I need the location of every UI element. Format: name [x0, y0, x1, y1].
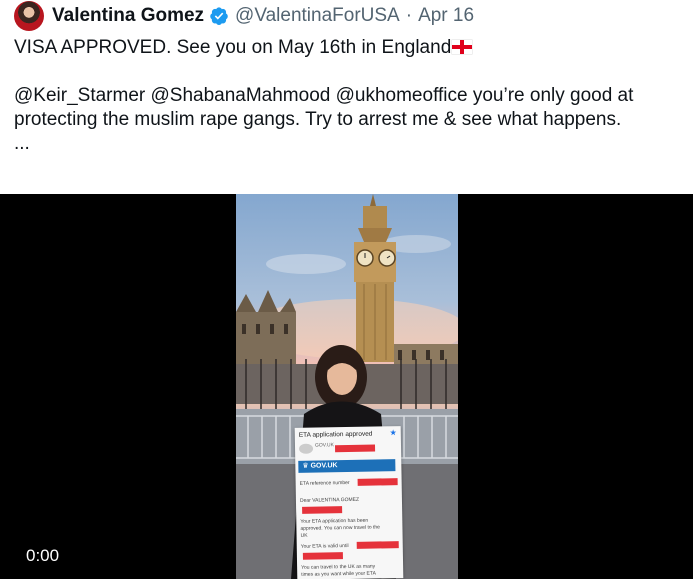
- doc-approved-2: approved. You can now travel to the: [300, 524, 380, 532]
- video-player[interactable]: ETA application approved ★ GOV.UK ♛ GOV.…: [0, 194, 693, 579]
- doc-travel-2: times as you want while your ETA: [301, 570, 376, 578]
- doc-reference-label: ETA reference number: [299, 479, 350, 487]
- doc-approved-3: UK: [300, 532, 308, 539]
- tweet-line-1: VISA APPROVED. See you on May 16th in En…: [14, 37, 452, 58]
- redaction-bar: [302, 552, 343, 560]
- tweet-text: VISA APPROVED. See you on May 16th in En…: [14, 36, 689, 156]
- redaction-bar: [357, 478, 398, 486]
- sender-avatar: [298, 443, 314, 454]
- doc-greeting: Dear VALENTINA GOMEZ: [299, 496, 360, 504]
- verified-badge-icon[interactable]: [209, 6, 229, 26]
- verified-check-icon: [210, 7, 228, 25]
- tweet-ellipsis: ...: [14, 133, 30, 154]
- author-avatar[interactable]: [14, 1, 44, 31]
- eta-approval-document: ETA application approved ★ GOV.UK ♛ GOV.…: [294, 426, 404, 579]
- header-separator: ·: [405, 5, 413, 26]
- govuk-banner: ♛ GOV.UK: [298, 459, 396, 473]
- redaction-bar: [356, 541, 399, 549]
- author-name[interactable]: Valentina Gomez: [52, 5, 204, 27]
- redaction-bar: [334, 444, 376, 453]
- video-timestamp: 0:00: [26, 546, 60, 565]
- england-flag-icon: [452, 40, 473, 54]
- tweet-line-2: @Keir_Starmer @ShabanaMahmood @ukhomeoff…: [14, 85, 634, 106]
- star-icon: ★: [389, 428, 397, 438]
- redaction-bar: [302, 506, 343, 514]
- tweet-line-3: protecting the muslim rape gangs. Try to…: [14, 109, 622, 130]
- doc-sender: GOV.UK: [314, 442, 335, 449]
- tweet-header: Valentina Gomez @ValentinaForUSA · Apr 1…: [14, 1, 474, 31]
- author-handle[interactable]: @ValentinaForUSA: [235, 5, 400, 27]
- govuk-label: GOV.UK: [310, 462, 338, 470]
- doc-subject: ETA application approved: [298, 430, 373, 439]
- tweet-date[interactable]: Apr 16: [418, 5, 474, 27]
- doc-valid-label: Your ETA is valid until: [300, 543, 349, 550]
- tweet-card[interactable]: Valentina Gomez @ValentinaForUSA · Apr 1…: [0, 0, 693, 579]
